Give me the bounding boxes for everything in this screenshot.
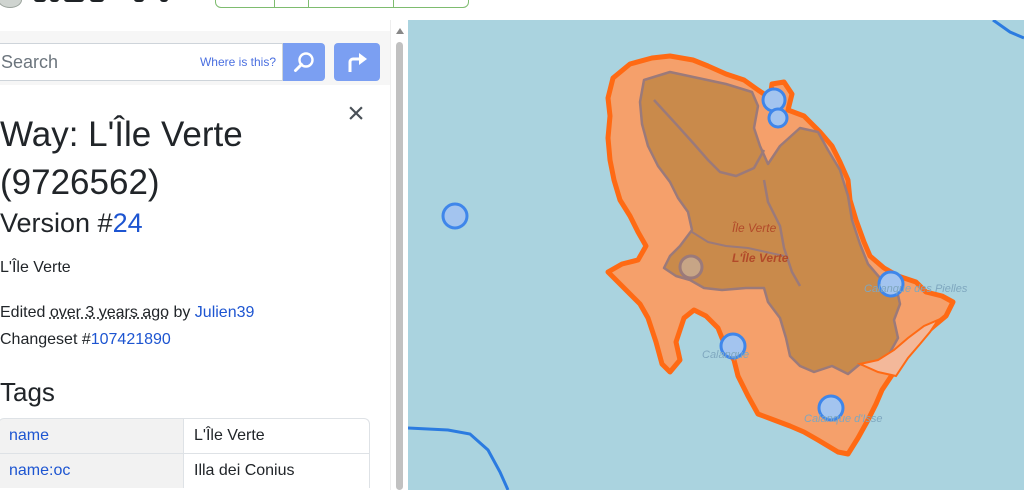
tags-table: name L'Île Verte name:oc Illa dei Conius [0,418,370,488]
map-label: Île Verte [732,220,777,235]
map-label: L'Île Verte [732,250,789,265]
close-icon[interactable]: × [344,99,368,129]
scroll-up-icon[interactable] [396,28,404,34]
tags-heading: Tags [0,377,55,407]
map-label: Calanque d'Isse [804,413,883,425]
edited-label: Edited [0,304,50,321]
search-bar: Where is this? [0,31,390,85]
user-link[interactable]: Julien39 [195,304,255,321]
edited-time: over 3 years ago [49,304,169,321]
map-node-icon[interactable] [678,254,704,280]
feature-title: Way: L'Île Verte (9726562) [0,115,243,202]
site-title [34,0,184,4]
sidebar-scrollbar[interactable] [390,20,409,490]
table-row: name:oc Illa dei Conius [0,453,370,488]
edited-info: Edited over 3 years ago by Julien39 [0,304,254,322]
directions-icon [348,53,367,72]
changeset-label: Changeset # [0,331,91,348]
search-input[interactable] [0,44,191,80]
changeset-link[interactable]: 107421890 [91,331,171,348]
scroll-thumb[interactable] [396,42,403,490]
road-line [408,426,510,490]
site-logo[interactable] [0,0,22,8]
table-row: name L'Île Verte [0,418,370,453]
map-label: Calanque des Pielles [864,283,968,295]
tag-key-link[interactable]: name [0,418,184,453]
road-line [992,20,1024,40]
edit-button-group[interactable] [215,0,469,8]
where-is-this-link[interactable]: Where is this? [200,55,276,69]
map-node-icon[interactable] [761,87,787,113]
tag-value: Illa dei Conius [184,453,370,488]
search-field: Where is this? [0,43,283,81]
top-navbar [0,0,1024,20]
map-label: Calanque [702,349,749,361]
magnifier-icon [294,52,314,72]
version-label: Version # [0,208,113,238]
changeset-info: Changeset #107421890 [0,331,171,349]
map-view[interactable]: Île Verte L'Île Verte Calanque des Piell… [408,20,1024,490]
directions-button[interactable] [334,43,380,81]
sidebar: Where is this? × Way: L'Île Verte (97265… [0,20,390,490]
map-node-icon[interactable] [767,107,789,129]
map-canvas[interactable]: Île Verte L'Île Verte Calanque des Piell… [408,20,1024,490]
map-node-icon[interactable] [441,202,469,230]
feature-name: L'Île Verte [0,259,71,276]
by-label: by [169,304,195,321]
version-heading: Version #24 [0,206,143,240]
tag-key-link[interactable]: name:oc [0,453,184,488]
tag-value: L'Île Verte [184,418,370,453]
search-button[interactable] [283,43,325,81]
version-link[interactable]: 24 [113,208,143,238]
